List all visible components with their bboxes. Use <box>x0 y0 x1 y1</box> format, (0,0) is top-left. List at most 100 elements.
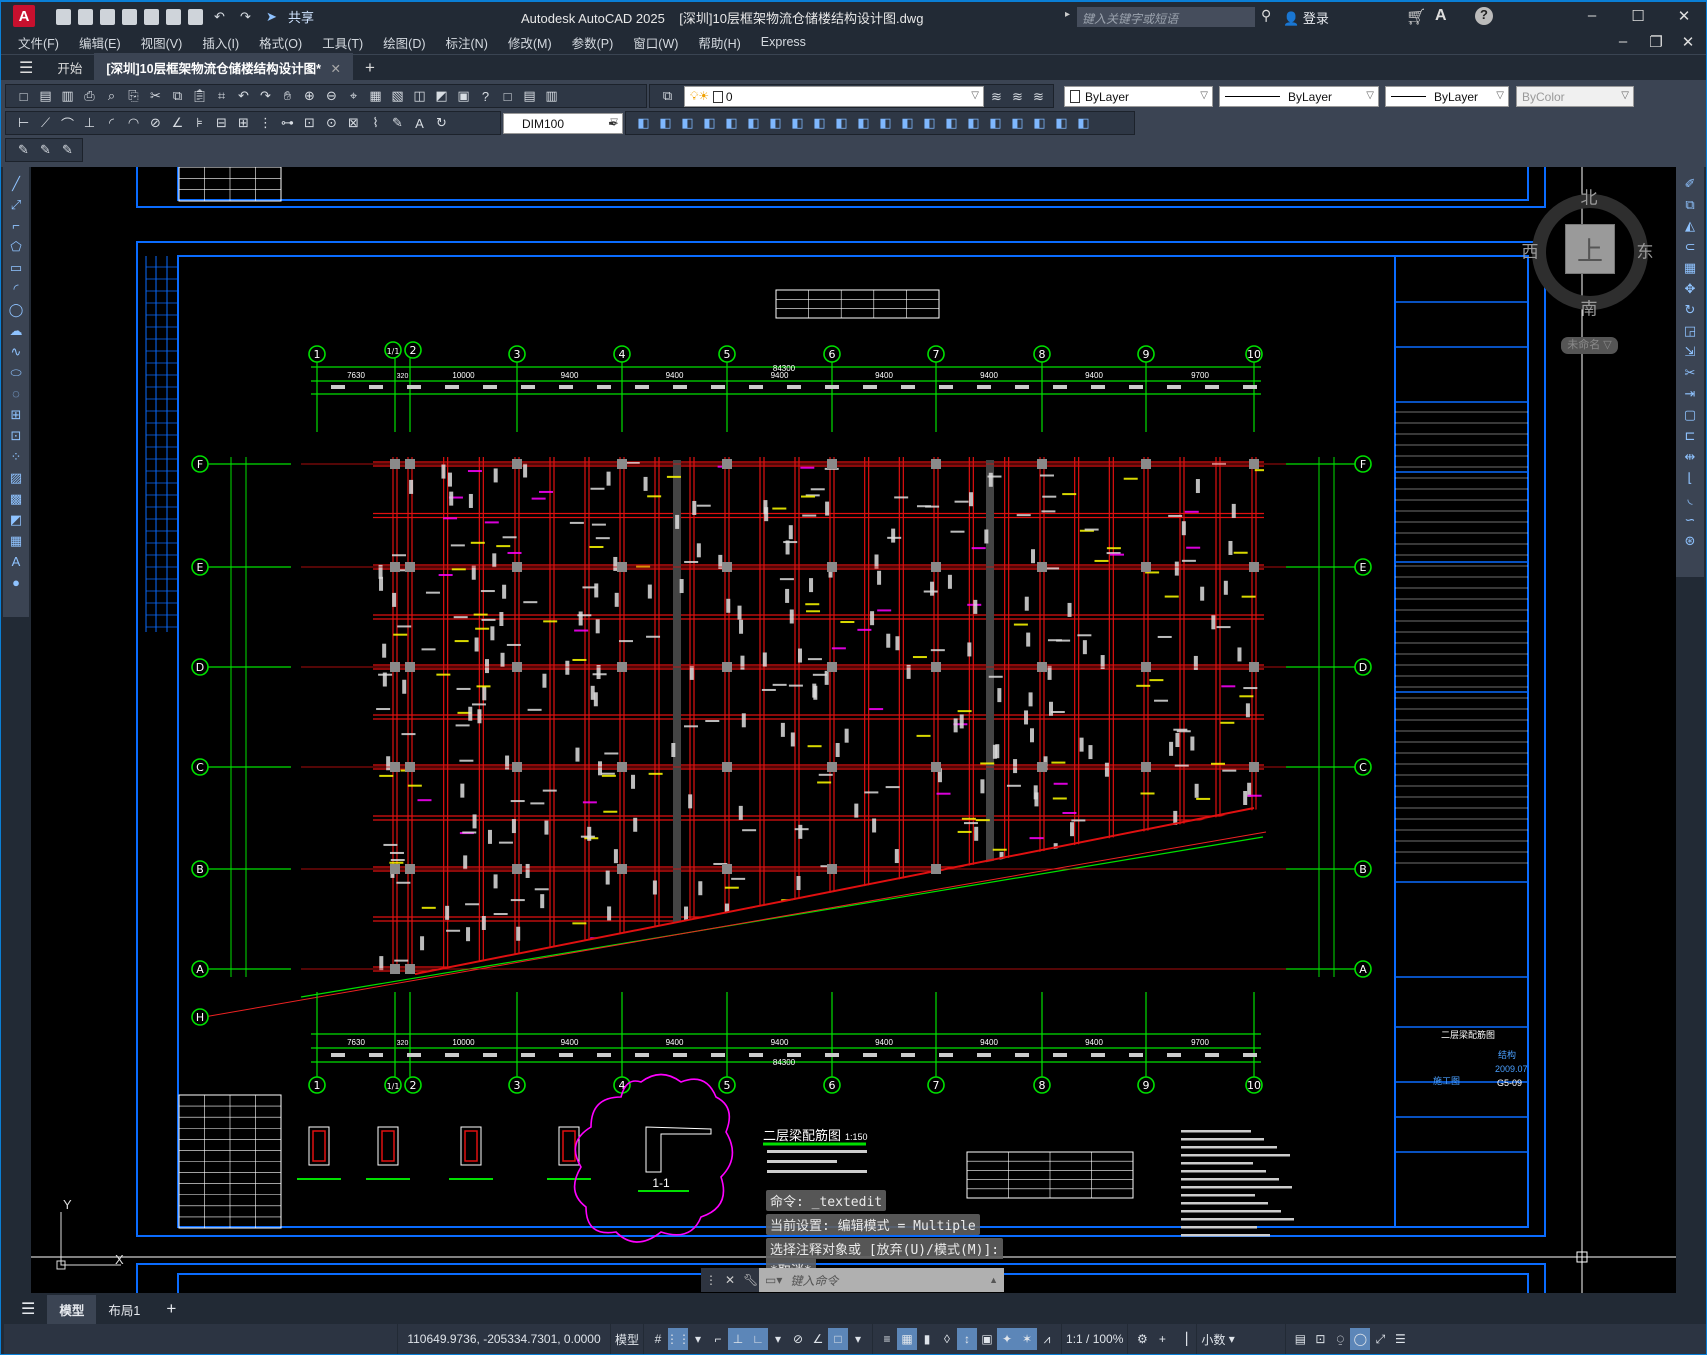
add-selected-icon[interactable]: ● <box>7 574 25 592</box>
angular-icon[interactable]: ∠ <box>168 114 187 133</box>
menu-item[interactable]: 帮助(H) <box>688 33 750 52</box>
zoom-previous-icon[interactable]: ▧ <box>388 87 407 106</box>
plot-preview-icon[interactable]: ⌕ <box>102 87 121 106</box>
rotate-icon[interactable]: ↻ <box>1681 301 1699 319</box>
close-button[interactable]: ✕ <box>1673 7 1695 25</box>
break-at-point-icon[interactable]: ▢ <box>1681 406 1699 424</box>
layout-menu-icon[interactable]: ☰ <box>1 1299 47 1319</box>
transparency-icon[interactable]: ▦ <box>897 1328 918 1350</box>
offset-icon[interactable]: ⊂ <box>1681 238 1699 256</box>
continue-icon[interactable]: ⊞ <box>234 114 253 133</box>
save-icon[interactable]: ▥ <box>58 87 77 106</box>
annotation-monitor-icon[interactable]: + <box>1152 1328 1172 1350</box>
color-select[interactable]: ByLayer ▽ <box>1064 86 1213 107</box>
extend-icon[interactable]: ⇥ <box>1681 385 1699 403</box>
menu-item[interactable]: 修改(M) <box>498 33 562 52</box>
units-icon-icon[interactable]: ▕ <box>1172 1328 1192 1350</box>
tab-model[interactable]: 模型 <box>47 1294 97 1324</box>
edit-text-icon[interactable]: ✎ <box>14 141 33 160</box>
doc-restore-button[interactable]: ❐ <box>1645 33 1667 51</box>
command-input[interactable]: ▭▾ 键入命令 ▲ <box>759 1268 1004 1292</box>
erase-icon[interactable]: ✐ <box>1681 175 1699 193</box>
plot-icon[interactable] <box>188 8 203 25</box>
polar-icon[interactable]: ∟ <box>748 1328 769 1350</box>
extrude-face-icon[interactable]: ◧ <box>722 114 741 133</box>
dim-text-edit-icon[interactable]: A <box>410 114 429 133</box>
ordinate-icon[interactable]: ⊥ <box>80 114 99 133</box>
graphics-performance-icon[interactable]: ◯ <box>1350 1328 1371 1350</box>
check-spelling-icon[interactable]: ✎ <box>36 141 55 160</box>
separate-icon[interactable]: ◧ <box>942 114 961 133</box>
workspace-icon[interactable]: ⚙ <box>1132 1328 1152 1350</box>
zoom-realtime-icon[interactable]: ⌖ <box>344 87 363 106</box>
coordinates-readout[interactable]: 110649.9736, -205334.7301, 0.0000 <box>398 1324 610 1354</box>
copy-icon[interactable]: ⧉ <box>1681 196 1699 214</box>
grid-icon[interactable]: # <box>648 1328 668 1350</box>
polygon-icon[interactable]: ⬠ <box>7 238 25 256</box>
object-snap-menu-icon[interactable]: ▾ <box>848 1328 868 1350</box>
undo-icon[interactable]: ✋︎ <box>278 87 297 106</box>
blend-icon[interactable]: ∽ <box>1681 511 1699 529</box>
publish-icon[interactable]: ⎘ <box>124 87 143 106</box>
taper-face-icon[interactable]: ◧ <box>832 114 851 133</box>
match-properties-icon[interactable]: ↶ <box>234 87 253 106</box>
menu-item[interactable]: 窗口(W) <box>623 33 688 52</box>
infer-icon[interactable]: ⌐ <box>708 1328 728 1350</box>
doc-close-button[interactable]: ✕ <box>1677 33 1699 51</box>
dynamic-ucs-icon[interactable]: ↕ <box>957 1328 978 1350</box>
rotate-face-icon[interactable]: ◧ <box>810 114 829 133</box>
save-as-icon[interactable] <box>122 8 137 25</box>
subtract-icon[interactable]: ◧ <box>678 114 697 133</box>
stretch-icon[interactable]: ⇲ <box>1681 343 1699 361</box>
redo-icon[interactable]: ↷ <box>236 7 255 26</box>
search-icon[interactable]: ⚲ <box>1261 7 1271 24</box>
linetype-select[interactable]: ByLayer ▽ <box>1219 86 1379 107</box>
intersect-icon[interactable]: ◧ <box>700 114 719 133</box>
close-icon[interactable]: ✕ <box>725 1273 735 1287</box>
join-icon[interactable]: ⇹ <box>1681 448 1699 466</box>
new-tab-icon[interactable]: + <box>353 53 387 83</box>
new-icon[interactable] <box>56 8 71 25</box>
jogged-icon[interactable]: ◠ <box>124 114 143 133</box>
check-icon[interactable]: ◧ <box>986 114 1005 133</box>
construction-line-icon[interactable]: ⤢ <box>7 196 25 214</box>
zoom-window-icon[interactable]: ▦ <box>366 87 385 106</box>
gizmo-icon[interactable]: ✦ <box>997 1328 1018 1350</box>
3d-box-icon[interactable]: ◧ <box>634 114 653 133</box>
offset-face-icon[interactable]: ◧ <box>766 114 785 133</box>
close-tab-icon[interactable]: ✕ <box>330 62 340 76</box>
polyline-icon[interactable]: ⌐ <box>7 217 25 235</box>
save-web-icon[interactable] <box>166 8 181 25</box>
jogged-linear-icon[interactable]: ⌇ <box>366 114 385 133</box>
customize-icon[interactable]: ☰ <box>1390 1328 1410 1350</box>
filter-icon[interactable]: ▣ <box>977 1328 997 1350</box>
command-history-toggle-icon[interactable]: ▲ <box>989 1275 998 1285</box>
spline-icon[interactable]: ∿ <box>7 343 25 361</box>
customize-wrench-icon[interactable]: 🔧︎ <box>743 1273 758 1287</box>
share-button[interactable]: 共享 <box>288 7 314 26</box>
properties-icon[interactable]: ◫ <box>410 87 429 106</box>
diameter-icon[interactable]: ⊘ <box>146 114 165 133</box>
table-icon[interactable]: ▦ <box>7 532 25 550</box>
tab-layout1[interactable]: 布局1 <box>96 1295 152 1324</box>
copy-face-icon[interactable]: ◧ <box>854 114 873 133</box>
color-face-icon[interactable]: ◧ <box>876 114 895 133</box>
dwf-icon[interactable]: ✂ <box>146 87 165 106</box>
cart-icon[interactable]: 🛒︎ <box>1406 7 1426 27</box>
ortho-icon[interactable]: ⊥ <box>728 1328 749 1350</box>
block-editor-icon[interactable]: ↷ <box>256 87 275 106</box>
compass-east[interactable]: 东 <box>1637 238 1654 263</box>
viewcube-top-face[interactable]: 上 <box>1565 224 1615 274</box>
menu-item[interactable]: 格式(O) <box>249 33 312 52</box>
quick-dim-icon[interactable]: ⊧ <box>190 114 209 133</box>
space-icon[interactable]: ⋮ <box>256 114 275 133</box>
menu-item[interactable]: 视图(V) <box>131 33 193 52</box>
lock-ui-icon[interactable]: ⊡ <box>1310 1328 1330 1350</box>
object-snap-track-icon[interactable]: ∠ <box>808 1328 828 1350</box>
model-space-button[interactable]: 模型 <box>611 1324 644 1354</box>
compass-south[interactable]: 南 <box>1581 295 1598 320</box>
center-mark-icon[interactable]: ⊙ <box>322 114 341 133</box>
open-icon[interactable]: ▤ <box>36 87 55 106</box>
circle-icon[interactable]: ◯ <box>7 301 25 319</box>
gradient-icon[interactable]: ▩ <box>7 490 25 508</box>
